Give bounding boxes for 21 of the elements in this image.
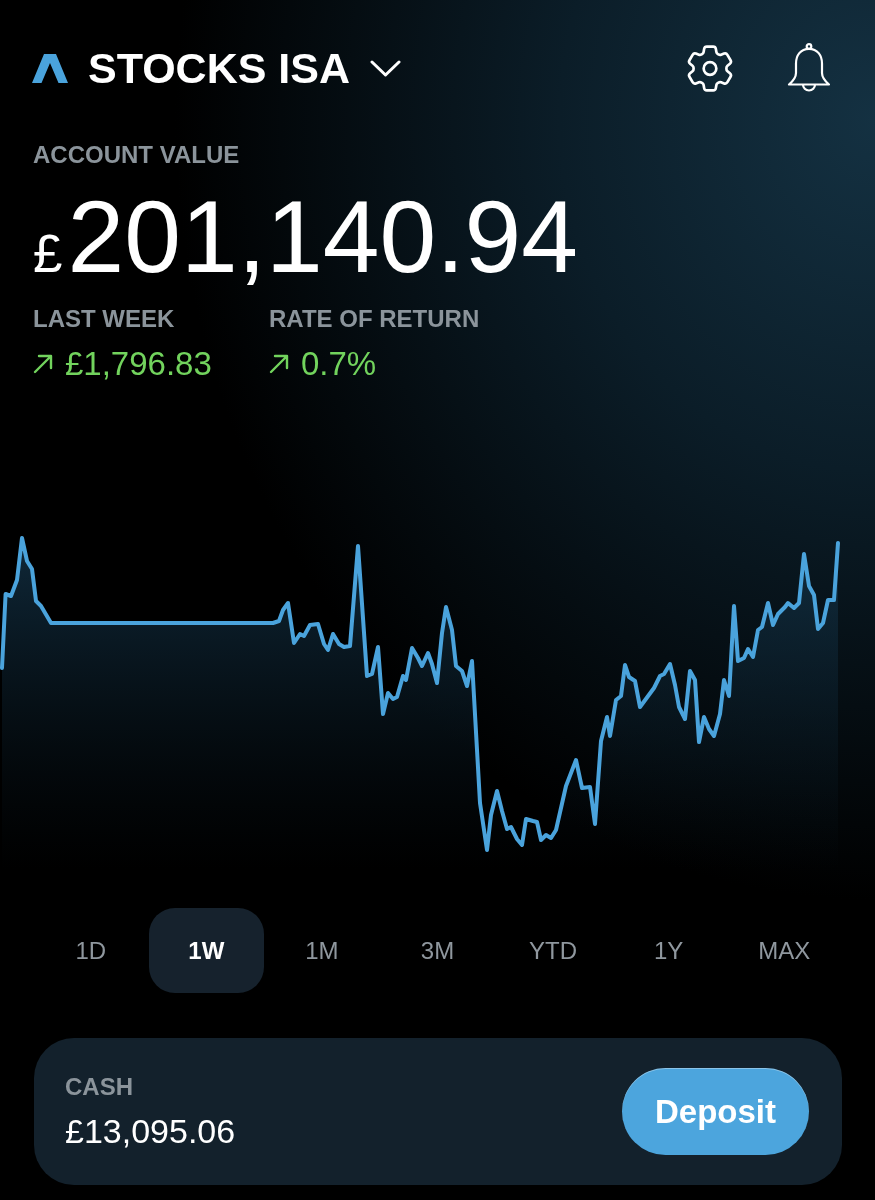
time-range-tab[interactable]: 3M (379, 908, 496, 993)
cash-label: CASH (65, 1075, 133, 1099)
time-range-tab[interactable]: MAX (726, 908, 842, 993)
time-range-tab[interactable]: 1M (264, 908, 380, 993)
time-range-tab[interactable]: 1W (148, 908, 265, 993)
account-switcher[interactable]: STOCKS ISA (88, 47, 402, 90)
time-range-tab[interactable]: YTD (495, 908, 611, 993)
stat-label: LAST WEEK (33, 307, 175, 331)
time-range-tab[interactable]: 1Y (610, 908, 727, 993)
stat-value: 0.7% (301, 347, 377, 380)
cash-amount: £13,095.06 (65, 1114, 236, 1148)
stat-label: RATE OF RETURN (269, 307, 480, 331)
currency-symbol: £ (33, 227, 63, 280)
account-value: 201,140.94 (67, 186, 578, 288)
logo-icon (32, 54, 68, 83)
chevron-down-icon (370, 60, 402, 77)
stat-value: £1,796.83 (65, 347, 212, 380)
settings-icon[interactable] (687, 45, 733, 92)
account-value-label: ACCOUNT VALUE (33, 143, 240, 167)
time-range-tab[interactable]: 1D (33, 908, 149, 993)
notifications-icon[interactable] (787, 43, 831, 94)
